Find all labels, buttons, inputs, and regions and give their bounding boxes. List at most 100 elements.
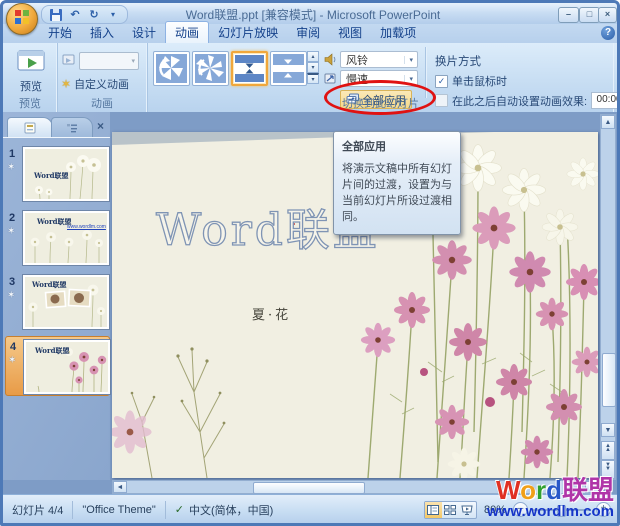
ribbon-tab-strip: 开始 插入 设计 动画 幻灯片放映 审阅 视图 加载项	[3, 21, 617, 43]
slide-number: 1	[9, 148, 16, 160]
maximize-button[interactable]: □	[579, 7, 600, 23]
workspace: × 1 ✶ Word联盟 2 ✶ Word联盟 www.wordlm.com 3…	[3, 112, 617, 480]
scroll-up-icon[interactable]: ▲	[601, 115, 615, 129]
close-button[interactable]: ×	[598, 7, 617, 23]
slide-thumbnail-1[interactable]: 1 ✶ Word联盟	[5, 144, 110, 202]
transition-sound-icon	[324, 53, 337, 71]
scroll-left-icon[interactable]: ◄	[113, 481, 127, 493]
slide-number: 3	[9, 276, 16, 288]
slide-subtitle-text[interactable]: 夏·花	[252, 304, 291, 323]
transition-split-vertical-tile[interactable]	[270, 51, 307, 86]
outline-tab-icon	[67, 124, 77, 133]
tab-view[interactable]: 视图	[329, 22, 371, 43]
view-buttons	[423, 500, 477, 519]
on-mouse-click-row[interactable]: ✓ 单击鼠标时	[435, 73, 507, 89]
transition-wheel-2-tile[interactable]	[192, 51, 229, 86]
redo-icon[interactable]: ↻	[86, 7, 102, 22]
gallery-scroll-up-icon[interactable]: ▴	[307, 51, 319, 62]
help-icon[interactable]: ?	[601, 26, 615, 40]
preview-button[interactable]: 预览	[10, 48, 52, 96]
office-logo-icon	[14, 9, 30, 30]
group-caption-preview: 预览	[19, 98, 41, 110]
normal-view-button[interactable]	[424, 501, 442, 518]
slide-thumbnail-2[interactable]: 2 ✶ Word联盟 www.wordlm.com	[5, 208, 110, 266]
slideshow-view-button[interactable]	[459, 502, 476, 518]
language-label: 中文(简体，中国)	[189, 504, 274, 517]
slides-tab-icon	[24, 122, 36, 134]
undo-icon[interactable]: ↶	[67, 7, 83, 22]
gallery-scroll-down-icon[interactable]: ▾	[307, 62, 319, 73]
transition-wheel-1-tile[interactable]	[153, 51, 190, 86]
thumbnail-title: Word联盟	[35, 346, 70, 355]
watermark-brand: Word联盟	[496, 475, 614, 505]
transition-split-horizontal-tile-selected[interactable]	[231, 51, 268, 86]
language-cell[interactable]: ✓ 中文(简体，中国)	[166, 501, 283, 519]
close-pane-icon[interactable]: ×	[93, 119, 108, 134]
theme-name[interactable]: "Office Theme"	[73, 500, 166, 519]
checkbox-checked-icon[interactable]: ✓	[435, 74, 448, 88]
slide-sorter-view-button[interactable]	[442, 502, 459, 518]
slide-number: 2	[9, 212, 16, 224]
animation-star-icon: ✶	[7, 290, 16, 301]
tab-addins[interactable]: 加载项	[371, 22, 425, 43]
wordlm-watermark: Word联盟 www.wordlm.com	[487, 477, 614, 519]
animation-star-icon: ✶	[7, 162, 16, 173]
horizontal-scroll-thumb[interactable]	[253, 482, 365, 494]
gallery-more-icon[interactable]: ▾	[307, 73, 319, 84]
office-button[interactable]	[6, 3, 38, 35]
tab-outline[interactable]	[51, 117, 93, 138]
gallery-scroll-buttons: ▴ ▾ ▾	[307, 51, 319, 84]
custom-animation-star-icon: ✶	[61, 76, 72, 91]
vertical-scroll-thumb[interactable]	[602, 353, 616, 407]
animation-star-icon: ✶	[8, 355, 17, 366]
tooltip-title: 全部应用	[342, 141, 386, 153]
tab-design[interactable]: 设计	[123, 22, 165, 43]
custom-animation-button[interactable]: ✶ 自定义动画	[61, 75, 129, 92]
group-animations: ▾ ✶ 自定义动画 动画	[57, 43, 148, 112]
preview-button-label: 预览	[20, 81, 42, 93]
red-highlight-ellipse	[324, 80, 436, 115]
tab-review[interactable]: 审阅	[287, 22, 329, 43]
on-mouse-click-label: 单击鼠标时	[452, 76, 507, 88]
group-caption-animations: 动画	[91, 98, 113, 110]
apply-to-all-tooltip: 全部应用 将演示文稿中所有幻灯片间的过渡，设置为与当前幻灯片所设过渡相同。	[333, 131, 461, 235]
animate-dropdown[interactable]: ▾	[79, 52, 139, 70]
thumbnail-title: Word联盟	[34, 171, 69, 180]
slide-thumbnail-3[interactable]: 3 ✶ Word联盟	[5, 272, 110, 330]
tooltip-body: 将演示文稿中所有幻灯片间的过渡，设置为与当前幻灯片所设过渡相同。	[342, 163, 452, 223]
preview-slide-icon	[16, 49, 46, 78]
slides-pane: × 1 ✶ Word联盟 2 ✶ Word联盟 www.wordlm.com 3…	[3, 112, 111, 480]
save-icon[interactable]	[48, 7, 64, 22]
tab-animations[interactable]: 动画	[165, 21, 210, 43]
thumbnail-image: Word联盟 www.wordlm.com	[22, 210, 110, 266]
transition-sound-dropdown[interactable]: 风铃 ▾	[340, 51, 418, 68]
dropdown-arrow-icon: ▾	[131, 58, 135, 65]
tab-slides-thumbnails[interactable]	[7, 117, 53, 138]
slide-indicator[interactable]: 幻灯片 4/4	[3, 500, 74, 519]
thumbnail-link: www.wordlm.com	[67, 224, 106, 230]
powerpoint-window: Word联盟.ppt [兼容模式] - Microsoft PowerPoint…	[0, 0, 620, 526]
ribbon: 预览 预览 ▾ ✶ 自定义动画 动画 ▴ ▾ ▾ 风铃 ▾ 慢速 ▾ 全部应用 …	[3, 43, 617, 113]
advance-heading: 换片方式	[435, 56, 481, 68]
vertical-scrollbar[interactable]: ▲ ▼ ▲ ▲ ▼ ▼	[600, 114, 616, 480]
thumbnail-image: Word联盟	[23, 339, 111, 395]
transition-sound-value: 风铃	[346, 54, 368, 67]
thumbnail-title: Word联盟	[32, 280, 67, 289]
thumbnail-image: Word联盟	[22, 274, 110, 330]
scroll-down-icon[interactable]: ▼	[601, 423, 615, 437]
custom-animation-label: 自定义动画	[74, 78, 130, 91]
spellcheck-icon[interactable]: ✓	[175, 503, 184, 516]
minimize-button[interactable]: –	[558, 7, 579, 23]
slide-thumbnail-4-selected[interactable]: 4 ✶ Word联盟	[5, 336, 111, 396]
pane-divider	[3, 137, 110, 138]
tab-home[interactable]: 开始	[39, 22, 81, 43]
slide-number: 4	[10, 341, 17, 353]
customize-qat-icon[interactable]: ▾	[105, 7, 121, 22]
previous-slide-button[interactable]: ▲ ▲	[601, 441, 615, 460]
animate-icon	[62, 53, 76, 71]
tab-insert[interactable]: 插入	[81, 22, 123, 43]
animation-star-icon: ✶	[7, 226, 16, 237]
tab-slideshow[interactable]: 幻灯片放映	[209, 22, 287, 43]
group-preview: 预览 预览	[3, 43, 58, 112]
watermark-url: www.wordlm.com	[487, 503, 614, 520]
